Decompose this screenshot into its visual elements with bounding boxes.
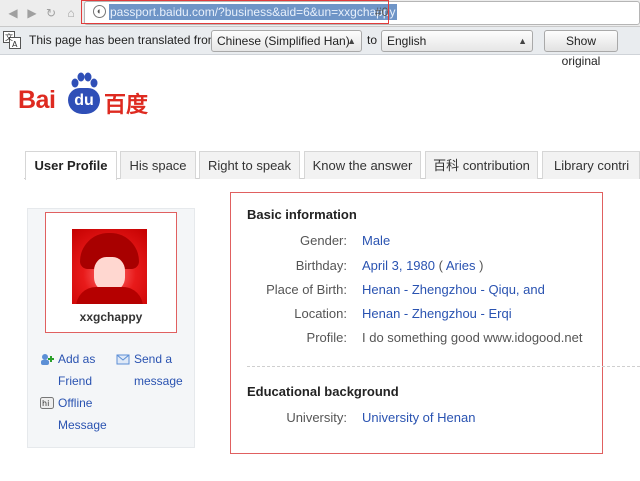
profile-value: I do something good www.idogood.net (362, 330, 583, 345)
profile-label: Profile: (306, 330, 347, 345)
birthplace-value[interactable]: Henan - Zhengzhou - Qiqu, and (362, 282, 545, 297)
tab-right-to-speak[interactable]: Right to speak (199, 151, 300, 179)
add-friend-icon[interactable] (40, 353, 54, 365)
baidu-logo-du[interactable]: du (68, 88, 100, 114)
baidu-logo-text[interactable]: Bai (18, 86, 56, 115)
offline-message-link-line2[interactable]: Message (58, 414, 107, 436)
send-message-icon[interactable] (116, 353, 130, 365)
url-highlight-box (81, 0, 389, 24)
translate-to-word: to (367, 33, 378, 47)
avatar[interactable] (72, 229, 147, 304)
select-arrows-icon: ▲ (518, 36, 527, 46)
birthplace-label: Place of Birth: (266, 282, 347, 297)
to-language-select[interactable]: English ▲ (381, 30, 533, 52)
offline-message-icon[interactable]: hi (40, 397, 54, 409)
gender-label: Gender: (300, 233, 347, 248)
tab-user-profile[interactable]: User Profile (25, 151, 117, 180)
baidu-logo-chinese[interactable]: 百度 (104, 87, 148, 119)
back-icon[interactable]: ◀ (6, 6, 20, 20)
university-value[interactable]: University of Henan (362, 410, 475, 425)
forward-icon[interactable]: ▶ (25, 6, 39, 20)
birthday-label: Birthday: (295, 258, 347, 273)
svg-text:hi: hi (42, 399, 49, 408)
translate-icon: 文 A (3, 31, 21, 49)
send-message-link-line1[interactable]: Send a (134, 348, 172, 370)
tab-library-contribution[interactable]: Library contri (542, 151, 640, 179)
offline-message-link-line1[interactable]: Offline (58, 392, 92, 414)
from-language-value: Chinese (Simplified Han) (217, 34, 350, 48)
username[interactable]: xxgchappy (45, 310, 177, 324)
from-language-select[interactable]: Chinese (Simplified Han) ▲ (211, 30, 362, 52)
location-label: Location: (294, 306, 347, 321)
education-heading: Educational background (247, 384, 399, 399)
tab-his-space[interactable]: His space (120, 151, 196, 179)
add-as-friend-link-line1[interactable]: Add as (58, 348, 95, 370)
reload-icon[interactable]: ↻ (44, 6, 58, 20)
to-language-value: English (387, 34, 427, 48)
select-arrows-icon: ▲ (347, 36, 356, 46)
add-as-friend-link-line2[interactable]: Friend (58, 370, 92, 392)
birthday-value: April 3, 1980 ( Aries ) (362, 258, 483, 273)
section-divider (247, 366, 640, 367)
show-original-button[interactable]: Show original (544, 30, 618, 68)
birthday-date[interactable]: April 3, 1980 (362, 258, 435, 273)
location-value[interactable]: Henan - Zhengzhou - Erqi (362, 306, 512, 321)
svg-text:A: A (12, 40, 18, 49)
birthday-paren-open: ( (438, 258, 443, 273)
tab-encyclopedia-contribution[interactable]: 百科 contribution (425, 151, 538, 179)
translate-prefix: This page has been translated from (29, 33, 218, 47)
birthday-paren-close: ) (479, 258, 484, 273)
home-icon[interactable]: ⌂ (64, 6, 78, 20)
gender-value[interactable]: Male (362, 233, 390, 248)
send-message-link-line2[interactable]: message (134, 370, 183, 392)
tab-know-the-answer[interactable]: Know the answer (304, 151, 421, 179)
basic-info-heading: Basic information (247, 207, 357, 222)
zodiac-sign[interactable]: Aries (446, 258, 476, 273)
university-label: University: (286, 410, 347, 425)
